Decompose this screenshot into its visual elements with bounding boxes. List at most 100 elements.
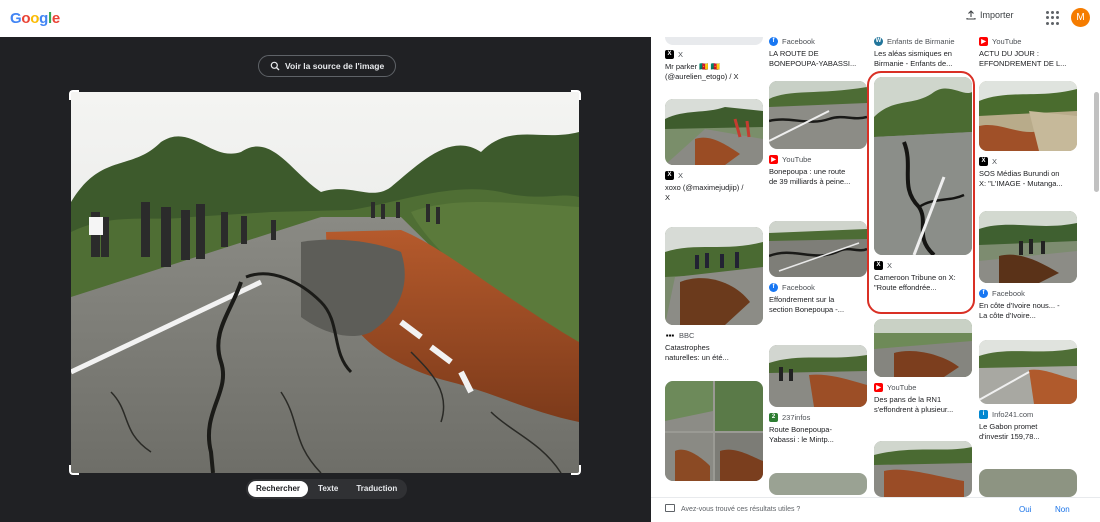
result-title[interactable]: ACTU DU JOUR : EFFONDREMENT DE L... xyxy=(979,49,1077,69)
result-thumbnail[interactable] xyxy=(769,345,867,407)
image-viewer: Voir la source de l'image Rechercher Tex… xyxy=(0,37,651,522)
road-collapse-thumbnail xyxy=(979,211,1077,283)
facebook-logo-icon: f xyxy=(979,288,988,298)
result-card[interactable]: XX xoxo (@maximejudjip) / X xyxy=(665,99,763,203)
selected-image[interactable] xyxy=(71,92,579,473)
mode-search-button[interactable]: Rechercher xyxy=(248,481,309,497)
avatar[interactable]: M xyxy=(1071,8,1090,27)
result-card[interactable]: ▶ YouTube Bonepoupa : une route de 39 mil… xyxy=(769,81,867,187)
result-title[interactable]: Route Bonepoupa- Yabassi : le Mintp... xyxy=(769,425,867,445)
crop-handle-top-right[interactable] xyxy=(571,90,581,100)
road-crack-thumbnail xyxy=(769,221,867,277)
feedback-yes-button[interactable]: Oui xyxy=(1019,505,1031,514)
mode-text-button[interactable]: Texte xyxy=(310,481,346,497)
result-source: YouTube xyxy=(782,154,812,164)
result-source: X xyxy=(678,170,684,180)
result-thumbnail[interactable] xyxy=(769,81,867,149)
feedback-bar: Avez-vous trouvé ces résultats utiles ? … xyxy=(651,497,1100,522)
logo-letter: o xyxy=(21,10,31,27)
result-source: Enfants de Birmanie xyxy=(887,37,955,46)
result-title[interactable]: xoxo (@maximejudjip) / X xyxy=(665,183,763,203)
result-thumbnail[interactable] xyxy=(665,99,763,165)
result-source: YouTube xyxy=(992,37,1022,46)
road-collapse-thumbnail xyxy=(665,99,763,165)
result-card[interactable]: W Enfants de Birmanie Les aléas sismiques… xyxy=(874,37,972,69)
road-collapse-thumbnail xyxy=(665,227,763,325)
result-card[interactable] xyxy=(874,441,972,497)
result-source: BBC xyxy=(679,330,695,340)
result-title[interactable]: En côte d'Ivoire nous... - La côte d'Ivo… xyxy=(979,301,1077,321)
result-thumbnail[interactable] xyxy=(665,227,763,325)
result-title[interactable]: Le Gabon promet d'investir 159,78... xyxy=(979,422,1077,442)
crop-handle-bottom-left[interactable] xyxy=(69,465,79,475)
result-thumbnail[interactable] xyxy=(769,221,867,277)
result-thumbnail[interactable] xyxy=(874,319,972,377)
result-card[interactable] xyxy=(769,473,867,495)
result-title[interactable]: Mr parker 🇨🇲 🇨🇲 (@aurelien_etogo) / X xyxy=(665,62,763,82)
result-source: Facebook xyxy=(992,288,1025,298)
result-source: Info241.com xyxy=(992,409,1034,419)
result-title[interactable]: LA ROUTE DE BONEPOUPA-YABASSI... xyxy=(769,49,867,69)
result-title[interactable]: Des pans de la RN1 s'effondrent à plusie… xyxy=(874,395,972,415)
road-collapse-thumbnail xyxy=(769,345,867,407)
result-card[interactable] xyxy=(665,381,763,481)
collapsed-road-photo xyxy=(71,92,579,473)
logo-letter: o xyxy=(30,10,40,27)
result-thumbnail[interactable] xyxy=(979,81,1077,151)
result-thumbnail[interactable] xyxy=(979,469,1077,497)
view-source-button[interactable]: Voir la source de l'image xyxy=(258,55,397,77)
result-thumbnail[interactable] xyxy=(874,441,972,497)
mode-translate-button[interactable]: Traduction xyxy=(348,481,405,497)
feedback-icon xyxy=(665,504,675,512)
result-source: YouTube xyxy=(887,382,917,392)
result-title[interactable]: Bonepoupa : une route de 39 milliards à … xyxy=(769,167,867,187)
lens-mode-switcher: Rechercher Texte Traduction xyxy=(246,479,408,499)
bbc-logo-icon: ▪▪▪ xyxy=(665,330,675,340)
crop-handle-top-left[interactable] xyxy=(69,90,79,100)
feedback-no-button[interactable]: Non xyxy=(1055,505,1070,514)
road-collapse-thumbnail xyxy=(874,319,972,377)
road-collapse-thumbnail xyxy=(979,340,1077,404)
result-card[interactable]: f Facebook Effondrement sur la section Bo… xyxy=(769,221,867,315)
import-label: Importer xyxy=(980,10,1014,20)
import-button[interactable]: Importer xyxy=(966,10,1014,20)
result-card[interactable]: XX Mr parker 🇨🇲 🇨🇲 (@aurelien_etogo) / X xyxy=(665,44,763,82)
result-thumbnail[interactable] xyxy=(665,381,763,481)
result-title[interactable]: SOS Médias Burundi on X: "L'IMAGE - Muta… xyxy=(979,169,1077,189)
result-thumbnail[interactable] xyxy=(979,211,1077,283)
apps-grid-icon[interactable] xyxy=(1046,11,1060,25)
site-logo-icon: 2 xyxy=(769,412,778,422)
result-thumbnail[interactable] xyxy=(769,473,867,495)
visual-matches-panel: XX Mr parker 🇨🇲 🇨🇲 (@aurelien_etogo) / X… xyxy=(651,37,1100,522)
facebook-logo-icon: f xyxy=(769,37,778,46)
road-collapse-thumbnail xyxy=(874,441,972,497)
road-crack-thumbnail xyxy=(769,81,867,149)
results-scrollbar[interactable] xyxy=(1092,37,1100,497)
result-card[interactable]: ▪▪▪ BBC Catastrophes naturelles: un été..… xyxy=(665,227,763,363)
result-title[interactable]: Les aléas sismiques en Birmanie - Enfant… xyxy=(874,49,972,69)
result-source: 237infos xyxy=(782,412,811,422)
feedback-question: Avez-vous trouvé ces résultats utiles ? xyxy=(681,506,801,513)
result-highlight-outline xyxy=(867,71,975,314)
google-logo[interactable]: Google xyxy=(10,10,60,27)
result-title[interactable]: Effondrement sur la section Bonepoupa -.… xyxy=(769,295,867,315)
youtube-logo-icon: ▶ xyxy=(769,154,778,164)
result-title[interactable]: Catastrophes naturelles: un été... xyxy=(665,343,763,363)
x-logo-icon: X xyxy=(979,156,988,166)
result-card[interactable]: ▶ YouTube ACTU DU JOUR : EFFONDREMENT DE … xyxy=(979,37,1077,69)
result-card[interactable]: f Facebook En côte d'Ivoire nous... - La … xyxy=(979,211,1077,321)
result-card[interactable]: ▶ YouTube Des pans de la RN1 s'effondrent… xyxy=(874,319,972,415)
youtube-logo-icon: ▶ xyxy=(979,37,988,46)
result-thumbnail[interactable] xyxy=(979,340,1077,404)
scrollbar-thumb[interactable] xyxy=(1094,92,1099,192)
result-card[interactable]: 2 237infos Route Bonepoupa- Yabassi : le … xyxy=(769,345,867,445)
result-card[interactable]: i Info241.com Le Gabon promet d'investir … xyxy=(979,340,1077,442)
facebook-logo-icon: f xyxy=(769,282,778,292)
road-collapse-collage-thumbnail xyxy=(665,381,763,481)
result-card[interactable]: XX SOS Médias Burundi on X: "L'IMAGE - M… xyxy=(979,81,1077,189)
result-card[interactable] xyxy=(979,469,1077,497)
logo-letter: G xyxy=(10,10,22,27)
wordpress-logo-icon: W xyxy=(874,37,883,46)
crop-handle-bottom-right[interactable] xyxy=(571,465,581,475)
result-card[interactable]: f Facebook LA ROUTE DE BONEPOUPA-YABASSI.… xyxy=(769,37,867,69)
